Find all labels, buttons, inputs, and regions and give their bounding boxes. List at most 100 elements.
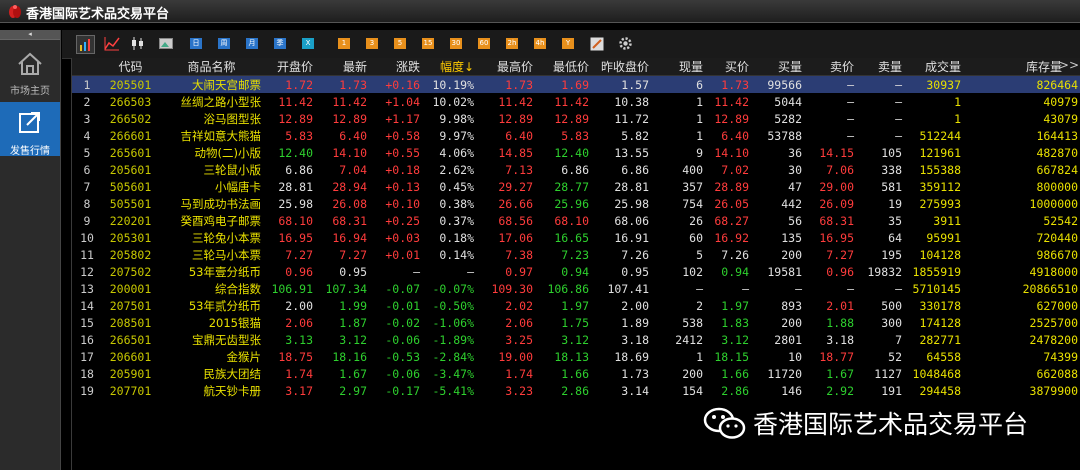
table-row[interactable]: 7 505601 小幅唐卡 28.81 28.94 +0.13 0.45% 29.27 28.7… [72,178,1080,195]
candlestick-icon[interactable] [130,36,146,51]
image-icon[interactable] [159,38,173,49]
cell-volume: 512244 [919,128,961,143]
cell-pct: 0.45% [439,179,474,194]
cell-code: 205901 [109,366,152,381]
column-header-open[interactable]: 开盘价 [264,58,316,76]
more-columns-button[interactable]: >> [1059,58,1079,72]
cell-name: 三轮马小本票 [192,247,261,262]
minute-60-button[interactable]: 60 [478,38,490,49]
column-header-volume-now[interactable]: 现量 [652,58,706,76]
cell-open: 68.10 [278,213,313,228]
cell-pct: 2.62% [439,162,474,177]
table-row[interactable]: 19 207701 航天钞卡册 3.17 2.97 -0.17 -5.41% 3.23 2.86… [72,382,1080,399]
table-row[interactable]: 1 205501 大闹天宫邮票 1.72 1.73 +0.16 10.19% 1.73 1.69… [72,75,1080,93]
hour-4-button[interactable]: 4h [534,38,546,49]
cell-index: 6 [83,162,91,177]
table-row[interactable]: 9 220201 癸酉鸡电子邮票 68.10 68.31 +0.25 0.37% 68.56 6… [72,212,1080,229]
cell-volume-now: 538 [682,315,703,330]
cell-pct: — [467,264,474,279]
minute-15-button[interactable]: 15 [422,38,434,49]
column-header-high[interactable]: 最高价 [477,58,536,76]
table-row[interactable]: 11 205802 三轮马小本票 7.27 7.27 +0.01 0.14% 7.38 7.23… [72,246,1080,263]
cell-bid: 7.26 [721,247,749,262]
column-header-ask[interactable]: 卖价 [805,58,857,76]
table-row[interactable]: 2 266503 丝绸之路小型张 11.42 11.42 +1.04 10.02% 11.42… [72,93,1080,110]
table-row[interactable]: 5 265601 动物(二)小版 12.40 14.10 +0.55 4.06% 14.85 1… [72,144,1080,161]
table-row[interactable]: 15 208501 2015银猫 2.06 1.87 -0.02 -1.06% 2.06 1.7… [72,314,1080,331]
sidebar-item-issue-quotes[interactable]: 发售行情 [0,102,60,157]
table-row[interactable]: 18 205901 民族大团结 1.74 1.67 -0.06 -3.47% 1.74 1.66… [72,365,1080,382]
cell-high: 12.89 [498,111,533,126]
line-chart-icon[interactable] [104,36,120,51]
column-header-stock[interactable]: 库存量 >> [964,58,1080,76]
cell-name: 吉祥如意大熊猫 [180,128,262,143]
table-row[interactable]: 10 205301 三轮兔小本票 16.95 16.94 +0.03 0.18% 17.06 1… [72,229,1080,246]
column-header-bid-vol[interactable]: 买量 [752,58,805,76]
column-header-prev-close[interactable]: 昨收盘价 [592,58,652,76]
cell-ask-vol: — [895,111,902,126]
year-button[interactable]: Y [562,38,574,49]
table-row[interactable]: 12 207502 53年壹分纸币 0.96 0.95 — — 0.97 0.94 0.95 102… [72,263,1080,280]
period-season-button[interactable]: 季 [274,38,286,49]
minute-30-button[interactable]: 30 [450,38,462,49]
column-header-volume[interactable]: 成交量 [905,58,964,76]
cell-volume: 282771 [919,332,961,347]
column-header-code[interactable]: 代码 [102,58,159,76]
bar-chart-icon[interactable] [76,35,95,54]
cell-open: 1.74 [285,366,313,381]
column-header-name[interactable]: 商品名称 [159,58,264,76]
period-x-button[interactable]: X [302,38,314,49]
minute-3-button[interactable]: 3 [366,38,378,49]
cell-prev-close: 1.89 [621,315,649,330]
cell-code: 505501 [109,196,152,211]
cell-volume-now: — [696,281,703,296]
cell-index: 4 [83,128,91,143]
table-row[interactable]: 17 206601 金猴片 18.75 18.16 -0.53 -2.84% 19.00 18.… [72,348,1080,365]
cell-high: 3.25 [505,332,533,347]
cell-bid-vol: 36 [788,145,802,160]
table-header: 代码 商品名称 开盘价 最新 涨跌 幅度↓ 最高价 最低价 昨收盘价 现量 买价 买量 卖价 卖量 成交量库… [72,58,1080,76]
cell-bid: 7.02 [721,162,749,177]
table-row[interactable]: 6 205601 三轮鼠小版 6.86 7.04 +0.18 2.62% 7.13 6.86 6.… [72,161,1080,178]
hour-2-button[interactable]: 2h [506,38,518,49]
cell-pct: 0.38% [439,196,474,211]
cell-name: 浴马图型张 [203,111,262,126]
period-day-button[interactable]: 日 [190,38,202,49]
cell-change: +0.55 [385,145,420,160]
column-header-ask-vol[interactable]: 卖量 [857,58,905,76]
cell-name: 金猴片 [226,349,262,364]
cell-code: 207502 [109,264,152,279]
table-row[interactable]: 16 266501 宝鼎无齿型张 3.13 3.12 -0.06 -1.89% 3.25 3.1… [72,331,1080,348]
cell-volume: 174128 [919,315,961,330]
table-row[interactable]: 14 207501 53年贰分纸币 2.00 1.99 -0.01 -0.50% 2.02 1.… [72,297,1080,314]
minute-5-button[interactable]: 5 [394,38,406,49]
table-row[interactable]: 13 200001 综合指数 106.91 107.34 -0.07 -0.07% 109.3… [72,280,1080,297]
cell-open: 1.72 [264,75,316,93]
column-header-pct[interactable]: 幅度↓ [423,58,477,76]
minute-1-button[interactable]: 1 [338,38,350,49]
column-header-change[interactable]: 涨跌 [370,58,423,76]
cell-bid-vol: 30 [788,162,802,177]
column-header-bid[interactable]: 买价 [706,58,752,76]
cell-stock: 800000 [1036,179,1078,194]
period-month-button[interactable]: 月 [246,38,258,49]
pen-icon[interactable] [590,37,604,51]
column-header-last[interactable]: 最新 [316,58,370,76]
period-week-button[interactable]: 周 [218,38,230,49]
column-header-index[interactable] [72,58,102,76]
cell-stock: 662088 [1036,366,1078,381]
table-row[interactable]: 4 266601 吉祥如意大熊猫 5.83 6.40 +0.58 9.97% 6.40 5.83… [72,127,1080,144]
cell-bid: 1.73 [706,75,752,93]
gear-icon[interactable] [618,36,633,51]
table-row[interactable]: 3 266502 浴马图型张 12.89 12.89 +1.17 9.98% 12.89 12.… [72,110,1080,127]
cell-low: 16.65 [554,230,589,245]
table-row[interactable]: 8 505501 马到成功书法画 25.98 26.08 +0.10 0.38% 26.66 2… [72,195,1080,212]
cell-low: 2.86 [561,383,589,398]
sidebar-item-market-home[interactable]: 市场主页 [0,42,60,97]
column-header-low[interactable]: 最低价 [536,58,592,76]
cell-low: 12.40 [554,145,589,160]
cell-bid-vol: 442 [781,196,802,211]
cell-low: 1.97 [561,298,589,313]
cell-open: 6.86 [285,162,313,177]
sidebar-collapse-button[interactable]: ◂ [0,30,60,40]
